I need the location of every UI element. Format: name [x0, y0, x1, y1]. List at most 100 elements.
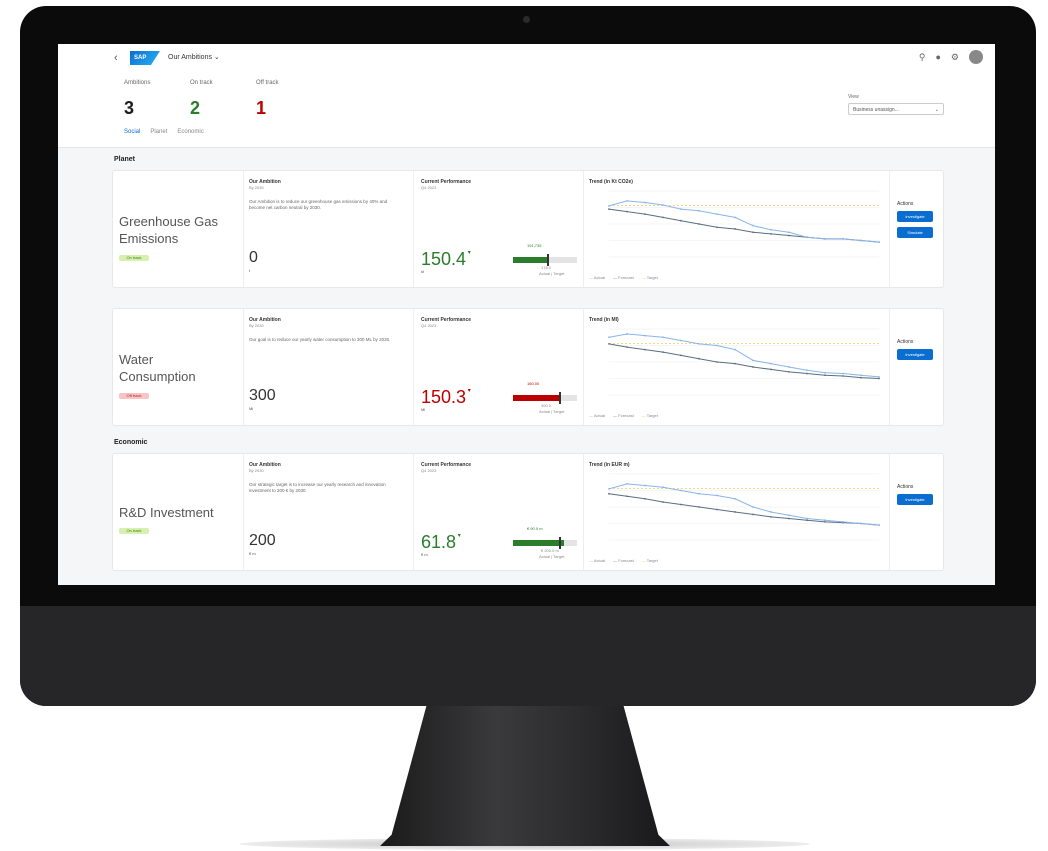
series-point [860, 374, 862, 377]
shell-icons: ⚲ ● ⚙ [919, 50, 983, 64]
gear-icon[interactable]: ⚙ [951, 52, 959, 63]
series-point [770, 362, 772, 365]
legend-label: Target [646, 413, 658, 418]
bullet-chart [513, 392, 577, 404]
filter-select[interactable]: Business unassign... ⌄ [848, 103, 944, 115]
performance-value: 150.3 ▾ [421, 387, 471, 407]
series-point [608, 487, 610, 490]
series-point [680, 354, 682, 357]
series-point [716, 226, 718, 229]
camera-icon [523, 16, 530, 23]
series-point [626, 210, 628, 213]
trend-title: Trend (in EUR m) [589, 462, 630, 468]
legend-forecast: — Forecast [613, 558, 634, 563]
series-point [878, 524, 880, 527]
kpi-value: 1 [256, 98, 267, 118]
investigate-button[interactable]: Investigate [897, 211, 933, 222]
series-point [788, 231, 790, 234]
actual-series-line [608, 483, 880, 526]
series-point [680, 208, 682, 211]
series-point [734, 216, 736, 219]
tab-economic[interactable]: Economic [177, 129, 203, 135]
legend-actual: — Actual [589, 558, 606, 563]
bell-icon[interactable]: ● [935, 52, 940, 62]
series-point [770, 511, 772, 513]
ambition-name-line: R&D Investment [119, 505, 214, 520]
shell-bar: ‹ SAP Our Ambitions ⌄ ⚲ ● ⚙ [58, 44, 995, 72]
page-header: Ambitions 3 On track 2 Off track 1 Socia… [58, 72, 995, 148]
tab-planet[interactable]: Planet [150, 129, 167, 135]
series-point [860, 376, 862, 379]
bullet-target-label: 178.0 [541, 265, 552, 270]
section-title-planet: Planet [114, 156, 136, 163]
series-point [752, 506, 754, 508]
performance-subtitle: Q4 2023 [421, 468, 437, 473]
ambition-name[interactable]: R&D Investment [119, 504, 214, 521]
legend-target: — Target [641, 275, 658, 280]
series-point [860, 522, 862, 525]
series-point [698, 492, 700, 495]
actions-cell: Actions Investigate Simulate [889, 171, 943, 287]
legend-actual: — Actual [589, 275, 606, 280]
series-point [806, 369, 808, 372]
series-point [824, 371, 826, 374]
goal-subtitle: By 2030 [249, 468, 264, 473]
screen: ‹ SAP Our Ambitions ⌄ ⚲ ● ⚙ Ambitions 3 … [58, 44, 995, 585]
goal-subtitle: By 2030 [249, 185, 264, 190]
goal-cell: Our Ambition By 2030 Our strategic targe… [243, 454, 414, 570]
legend-label: Forecast [618, 275, 634, 280]
sap-logo: SAP [130, 51, 160, 65]
ambition-name[interactable]: Greenhouse Gas Emissions [119, 213, 218, 247]
investigate-button[interactable]: Investigate [897, 494, 933, 505]
goal-subtitle: By 2030 [249, 323, 264, 328]
series-point [806, 236, 808, 239]
goal-description: Our strategic target is to increase our … [249, 482, 386, 493]
tab-social[interactable]: Social [124, 129, 140, 135]
series-point [806, 372, 808, 375]
kpi-value: 2 [190, 98, 201, 118]
performance-value: 150.4 ▾ [421, 249, 471, 269]
series-point [788, 514, 790, 517]
series-point [698, 209, 700, 212]
status-badge: On track [119, 528, 149, 534]
series-point [662, 204, 664, 206]
chart-legend: — Actual — Forecast — Target [589, 558, 658, 563]
ambition-name-line: Water [119, 352, 154, 367]
kpi-label: Ambitions [124, 80, 151, 86]
legend-label: Actual [593, 413, 606, 418]
app-title[interactable]: Our Ambitions ⌄ [168, 53, 220, 61]
ambition-name-line: Emissions [119, 231, 179, 246]
series-point [824, 519, 826, 522]
tab-bar: Social Planet Economic [124, 129, 204, 135]
performance-cell: Current Performance Q4 2023 150.4 ▾ kt 1… [413, 171, 584, 287]
series-point [734, 348, 736, 351]
ambition-name[interactable]: Water Consumption [119, 351, 196, 385]
series-point [608, 204, 610, 207]
legend-label: Target [646, 558, 658, 563]
series-point [824, 520, 826, 523]
series-point [752, 231, 754, 234]
trend-cell: Trend (in EUR m) — Actual — Forecast — T… [583, 454, 890, 570]
performance-cell: Current Performance Q4 2023 61.8 ▾ € m €… [413, 454, 584, 570]
search-icon[interactable]: ⚲ [919, 52, 926, 63]
series-point [662, 486, 664, 489]
simulate-button[interactable]: Simulate [897, 227, 933, 238]
goal-description: Our goal is to reduce our yearly water c… [249, 337, 391, 342]
series-point [626, 483, 628, 485]
back-button[interactable]: ‹ [114, 52, 118, 64]
series-point [626, 200, 628, 202]
trend-chart [608, 473, 880, 541]
avatar[interactable] [969, 50, 983, 64]
series-point [752, 513, 754, 516]
series-point [626, 495, 628, 498]
performance-unit: € m [421, 552, 428, 557]
legend-target: — Target [641, 558, 658, 563]
performance-unit: Ml [421, 407, 426, 412]
legend-actual: — Actual [589, 413, 606, 418]
series-point [752, 359, 754, 362]
investigate-button[interactable]: Investigate [897, 349, 933, 360]
ambition-card: Greenhouse Gas Emissions On track Our Am… [112, 170, 944, 288]
series-point [662, 336, 664, 339]
forecast-series-line [608, 208, 880, 243]
bullet-target-marker [559, 537, 561, 549]
